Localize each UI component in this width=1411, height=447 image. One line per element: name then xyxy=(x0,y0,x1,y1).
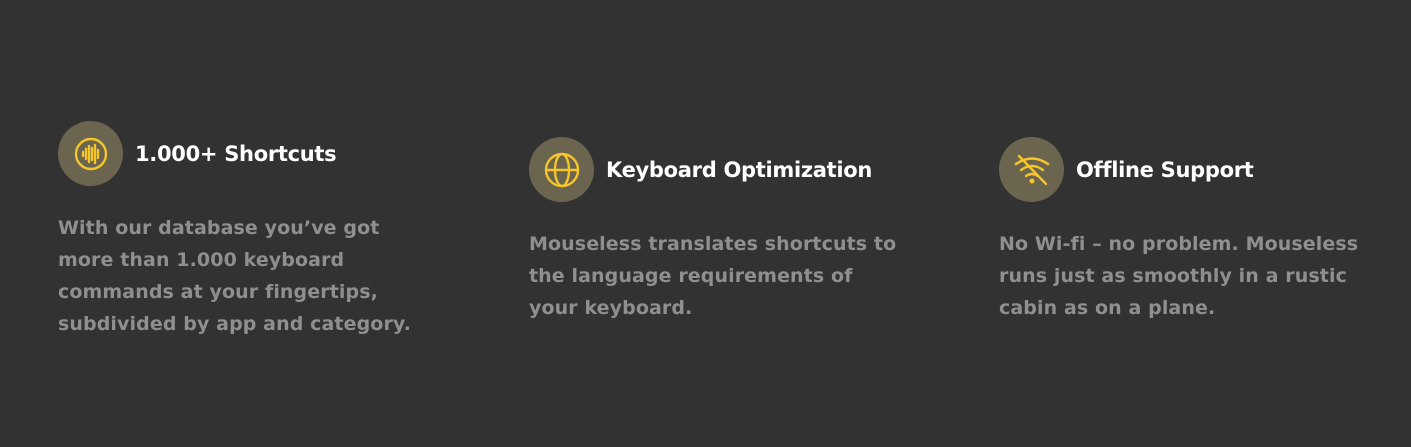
feature-description: With our database you’ve got more than 1… xyxy=(58,217,411,335)
feature-header: Offline Support xyxy=(999,137,1399,202)
feature-offline-support: Offline Support No Wi-fi – no problem. M… xyxy=(999,137,1399,324)
feature-header: 1.000+ Shortcuts xyxy=(58,121,458,186)
feature-keyboard-optimization: Keyboard Optimization Mouseless translat… xyxy=(529,137,929,324)
feature-title: Offline Support xyxy=(1076,157,1254,182)
feature-description: Mouseless translates shortcuts to the la… xyxy=(529,233,897,319)
feature-header: Keyboard Optimization xyxy=(529,137,929,202)
feature-shortcuts: 1.000+ Shortcuts With our database you’v… xyxy=(58,121,458,340)
feature-title: Keyboard Optimization xyxy=(606,157,873,182)
soundwave-circle-icon xyxy=(58,121,123,186)
feature-description: No Wi-fi – no problem. Mouseless runs ju… xyxy=(999,233,1359,319)
globe-icon xyxy=(529,137,594,202)
features-section: 1.000+ Shortcuts With our database you’v… xyxy=(0,0,1411,447)
feature-title: 1.000+ Shortcuts xyxy=(135,141,337,166)
wifi-off-icon xyxy=(999,137,1064,202)
